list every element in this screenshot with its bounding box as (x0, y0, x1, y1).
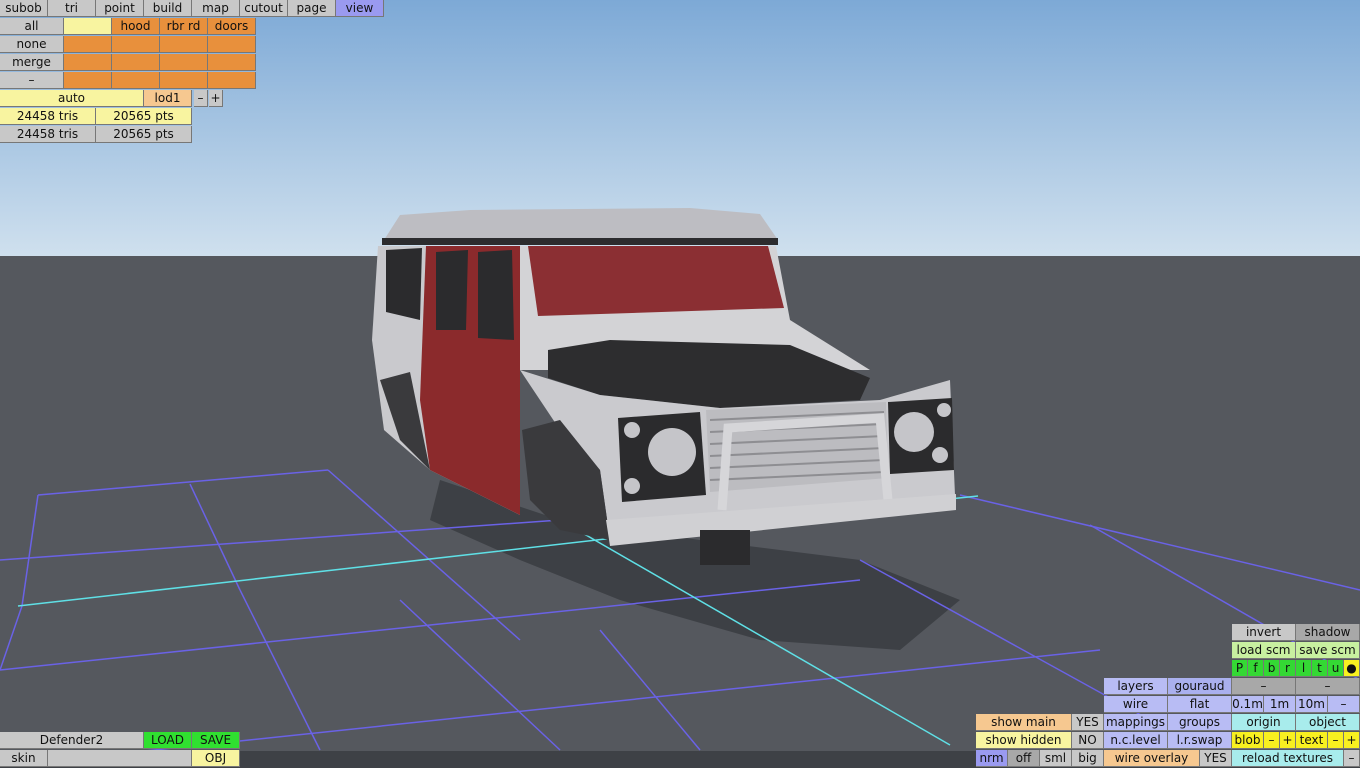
group-minus-button[interactable]: – (0, 72, 64, 89)
invert-button[interactable]: invert (1232, 624, 1296, 641)
normals-big-button[interactable]: big (1072, 750, 1104, 767)
group-slot[interactable] (208, 36, 256, 53)
view-flag-l[interactable]: l (1296, 660, 1312, 677)
gouraud-button[interactable]: gouraud (1168, 678, 1232, 695)
normals-off-button[interactable]: off (1008, 750, 1040, 767)
reload-textures-button[interactable]: reload textures (1232, 750, 1344, 767)
group-none-button[interactable]: none (0, 36, 64, 53)
show-main-button[interactable]: show main (976, 714, 1072, 731)
lod-auto-button[interactable]: auto (0, 90, 144, 107)
menu-tab-subob[interactable]: subob (0, 0, 48, 17)
group-slot[interactable] (64, 36, 112, 53)
show-main-value[interactable]: YES (1072, 714, 1104, 731)
stat-pts-total: 20565 pts (96, 126, 192, 143)
lod-minus-button[interactable]: – (194, 90, 208, 107)
stat-tris-selected: 24458 tris (0, 108, 96, 125)
viewport-3d[interactable] (0, 0, 1360, 768)
group-slot[interactable] (112, 72, 160, 89)
object-button[interactable]: object (1296, 714, 1360, 731)
save-scm-button[interactable]: save scm (1296, 642, 1360, 659)
group-slot[interactable] (160, 36, 208, 53)
stat-pts-selected: 20565 pts (96, 108, 192, 125)
blob-minus-button[interactable]: – (1264, 732, 1280, 749)
view-flag-u[interactable]: u (1328, 660, 1344, 677)
blob-plus-button[interactable]: + (1280, 732, 1296, 749)
view-flag-t[interactable]: t (1312, 660, 1328, 677)
layers-button[interactable]: layers (1104, 678, 1168, 695)
obj-button[interactable]: OBJ (192, 750, 240, 767)
menu-tab-cutout[interactable]: cutout (240, 0, 288, 17)
show-hidden-button[interactable]: show hidden (976, 732, 1072, 749)
text-plus-button[interactable]: + (1344, 732, 1360, 749)
reload-minus-button[interactable]: – (1344, 750, 1360, 767)
stat-tris-total: 24458 tris (0, 126, 96, 143)
nc-level-button[interactable]: n.c.level (1104, 732, 1168, 749)
flat-button[interactable]: flat (1168, 696, 1232, 713)
normals-nrm-button[interactable]: nrm (976, 750, 1008, 767)
group-rbr-rd-button[interactable]: rbr rd (160, 18, 208, 35)
group-slot[interactable] (64, 72, 112, 89)
wire-button[interactable]: wire (1104, 696, 1168, 713)
menu-tab-map[interactable]: map (192, 0, 240, 17)
skin-field[interactable] (48, 750, 192, 767)
view-flag-r[interactable]: r (1280, 660, 1296, 677)
group-slot[interactable] (160, 72, 208, 89)
save-button[interactable]: SAVE (192, 732, 240, 749)
minus-b-button[interactable]: – (1296, 678, 1360, 695)
menu-tab-build[interactable]: build (144, 0, 192, 17)
skin-label: skin (0, 750, 48, 767)
view-flag-dot[interactable]: ● (1344, 660, 1360, 677)
group-slot[interactable] (208, 54, 256, 71)
file-name-field[interactable]: Defender2 (0, 732, 144, 749)
group-slot[interactable] (112, 36, 160, 53)
group-merge-button[interactable]: merge (0, 54, 64, 71)
text-minus-button[interactable]: – (1328, 732, 1344, 749)
normals-sml-button[interactable]: sml (1040, 750, 1072, 767)
lod-plus-button[interactable]: + (209, 90, 223, 107)
group-all-button[interactable]: all (0, 18, 64, 35)
shadow-button[interactable]: shadow (1296, 624, 1360, 641)
grid-01m-button[interactable]: 0.1m (1232, 696, 1264, 713)
blob-button[interactable]: blob (1232, 732, 1264, 749)
group-slot[interactable] (64, 54, 112, 71)
lr-swap-button[interactable]: l.r.swap (1168, 732, 1232, 749)
group-doors-button[interactable]: doors (208, 18, 256, 35)
show-hidden-value[interactable]: NO (1072, 732, 1104, 749)
group-color-yellow[interactable] (64, 18, 112, 35)
view-flag-f[interactable]: f (1248, 660, 1264, 677)
mappings-button[interactable]: mappings (1104, 714, 1168, 731)
origin-button[interactable]: origin (1232, 714, 1296, 731)
view-flag-P[interactable]: P (1232, 660, 1248, 677)
group-slot[interactable] (112, 54, 160, 71)
grid-minus-button[interactable]: – (1328, 696, 1360, 713)
grid-10m-button[interactable]: 10m (1296, 696, 1328, 713)
group-slot[interactable] (208, 72, 256, 89)
menu-tab-view[interactable]: view (336, 0, 384, 17)
group-slot[interactable] (160, 54, 208, 71)
group-hood-button[interactable]: hood (112, 18, 160, 35)
menu-tab-page[interactable]: page (288, 0, 336, 17)
view-flag-b[interactable]: b (1264, 660, 1280, 677)
load-scm-button[interactable]: load scm (1232, 642, 1296, 659)
text-button[interactable]: text (1296, 732, 1328, 749)
groups-button[interactable]: groups (1168, 714, 1232, 731)
minus-a-button[interactable]: – (1232, 678, 1296, 695)
grid-1m-button[interactable]: 1m (1264, 696, 1296, 713)
wire-overlay-button[interactable]: wire overlay (1104, 750, 1200, 767)
menu-tab-tri[interactable]: tri (48, 0, 96, 17)
wire-overlay-value[interactable]: YES (1200, 750, 1232, 767)
menu-tab-point[interactable]: point (96, 0, 144, 17)
load-button[interactable]: LOAD (144, 732, 192, 749)
lod-level-button[interactable]: lod1 (144, 90, 192, 107)
